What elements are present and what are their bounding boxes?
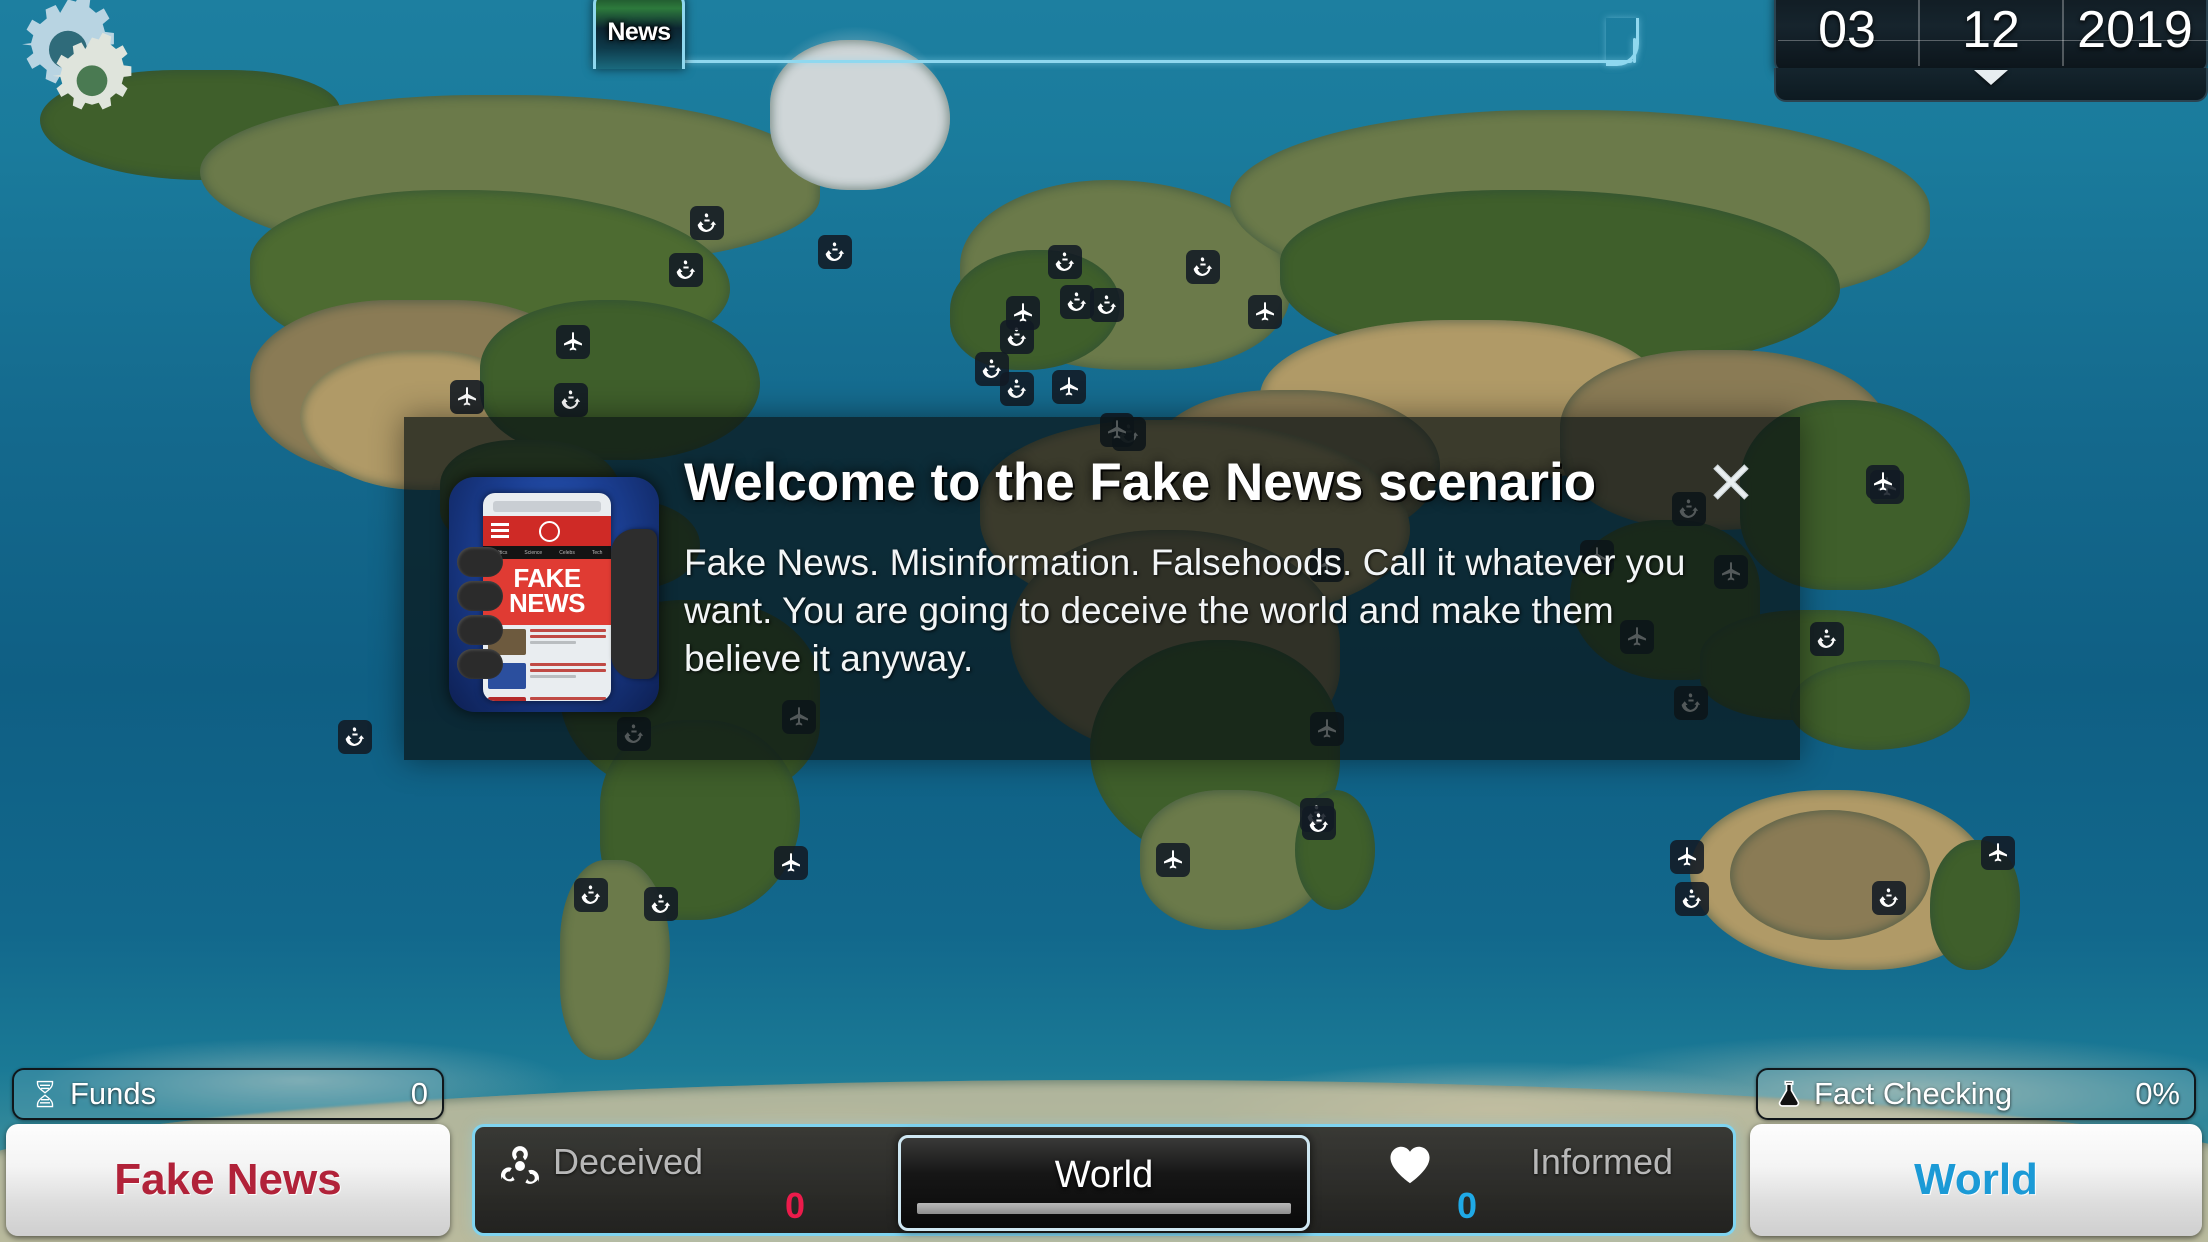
port-marker-icon[interactable]: [1060, 285, 1094, 319]
welcome-dialog: Politics Science Celebs Tech FAKE NEWS: [404, 417, 1800, 760]
funds-label: Funds: [70, 1076, 157, 1111]
airport-marker-icon[interactable]: [556, 325, 590, 359]
airport-marker-icon[interactable]: [1248, 295, 1282, 329]
nav-item-3: Tech: [591, 549, 603, 556]
port-marker-icon[interactable]: [1810, 622, 1844, 656]
date-year: 2019: [2077, 1, 2193, 59]
port-marker-icon[interactable]: [1302, 806, 1336, 840]
phone-speaker: [493, 501, 601, 512]
news-tab[interactable]: News: [593, 0, 685, 69]
port-marker-icon[interactable]: [1186, 250, 1220, 284]
airport-marker-icon[interactable]: [1670, 840, 1704, 874]
news-text: [530, 628, 606, 647]
heart-icon: [1387, 1143, 1433, 1187]
close-icon[interactable]: [1702, 453, 1760, 511]
dialog-title: Welcome to the Fake News scenario: [684, 453, 1597, 512]
date-rule: [1778, 40, 2208, 41]
informed-value: 0: [1456, 1185, 1477, 1226]
disease-button[interactable]: Fake News: [6, 1124, 450, 1236]
airport-marker-icon[interactable]: [774, 846, 808, 880]
world-selector[interactable]: World: [898, 1135, 1310, 1231]
airport-marker-icon[interactable]: [1156, 843, 1190, 877]
biohazard-icon: [497, 1143, 543, 1189]
dna-icon: [28, 1077, 62, 1111]
date-expand-strip[interactable]: [1774, 68, 2208, 102]
funds-panel[interactable]: Funds 0: [12, 1068, 444, 1120]
fact-checking-value: 0%: [2135, 1076, 2180, 1111]
dialog-body: Fake News. Misinformation. Falsehoods. C…: [684, 542, 1686, 680]
world-progress-bar: [917, 1203, 1291, 1214]
port-marker-icon[interactable]: [574, 878, 608, 912]
port-marker-icon[interactable]: [1872, 881, 1906, 915]
date-day: 03: [1818, 1, 1876, 59]
airport-marker-icon[interactable]: [1866, 465, 1900, 499]
nav-item-2: Celebs: [559, 549, 575, 556]
news-tab-label: News: [607, 17, 671, 46]
world-button-label: World: [1914, 1155, 2038, 1204]
funds-value: 0: [410, 1076, 428, 1111]
date-display[interactable]: 03 12 2019: [1774, 0, 2208, 72]
disease-button-label: Fake News: [114, 1155, 342, 1204]
deceived-value: 0: [785, 1185, 806, 1226]
app-logo-icon: [539, 521, 560, 542]
flask-icon: [1772, 1077, 1806, 1111]
port-marker-icon[interactable]: [1000, 372, 1034, 406]
thumb-illustration: [611, 529, 657, 679]
port-marker-icon[interactable]: [690, 206, 724, 240]
fact-checking-panel[interactable]: Fact Checking 0%: [1756, 1068, 2196, 1120]
world-button[interactable]: World: [1750, 1124, 2202, 1236]
fact-checking-label: Fact Checking: [1814, 1076, 2013, 1111]
informed-label: Informed: [1530, 1141, 1673, 1182]
port-marker-icon[interactable]: [1048, 245, 1082, 279]
port-marker-icon[interactable]: [1675, 882, 1709, 916]
airport-marker-icon[interactable]: [1052, 370, 1086, 404]
settings-button[interactable]: [8, 0, 158, 112]
port-marker-icon[interactable]: [644, 887, 678, 921]
world-selector-label: World: [1054, 1154, 1154, 1196]
news-thumb: [488, 696, 526, 701]
hamburger-icon: [491, 523, 509, 526]
port-marker-icon[interactable]: [669, 253, 703, 287]
game-screen: News 03 12 2019 Politics Science Celebs: [0, 0, 2208, 1242]
nav-item-1: Science: [524, 549, 543, 556]
deceived-label: Deceived: [553, 1141, 704, 1182]
date-month: 12: [1962, 1, 2020, 59]
gear-icon-secondary: [52, 32, 132, 110]
airport-marker-icon[interactable]: [1006, 296, 1040, 330]
close-glyph: [1713, 464, 1749, 500]
hand-illustration: [457, 547, 517, 697]
news-app-header: [483, 516, 611, 546]
airport-marker-icon[interactable]: [1981, 836, 2015, 870]
port-marker-icon[interactable]: [818, 235, 852, 269]
top-rail-divider: [593, 38, 1636, 63]
news-text: [530, 696, 606, 701]
chevron-down-icon: [1974, 70, 2008, 85]
airport-marker-icon[interactable]: [450, 380, 484, 414]
port-marker-icon[interactable]: [338, 720, 372, 754]
center-hud-panel: Deceived 0 World Informed 0: [472, 1124, 1736, 1236]
port-marker-icon[interactable]: [1090, 288, 1124, 322]
port-marker-icon[interactable]: [554, 383, 588, 417]
fake-news-app-icon: Politics Science Celebs Tech FAKE NEWS: [449, 477, 659, 712]
news-text: [530, 662, 606, 681]
